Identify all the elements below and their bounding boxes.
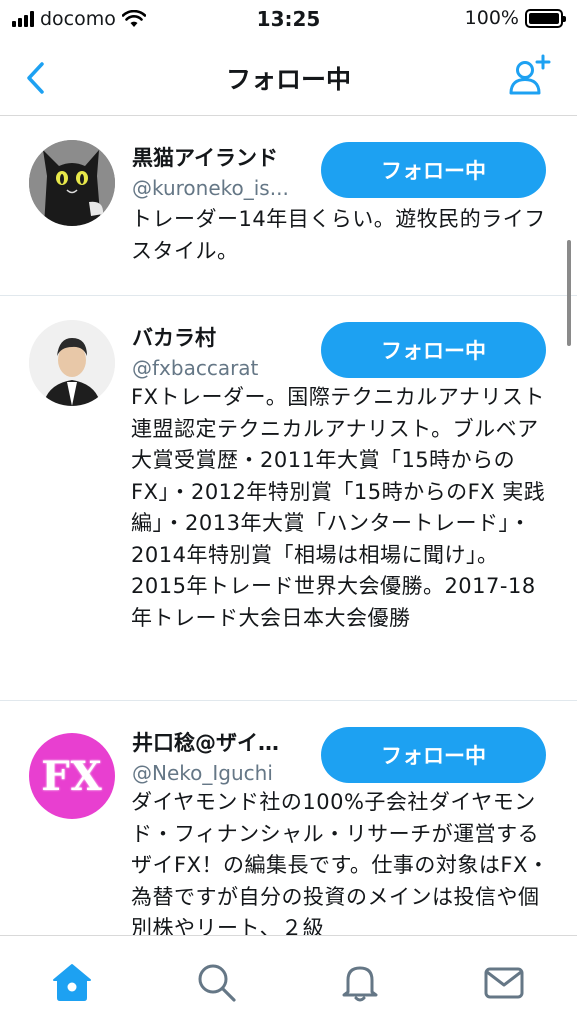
user-handle: @fxbaccarat — [132, 356, 259, 380]
avatar[interactable] — [29, 320, 115, 406]
person-avatar — [29, 320, 115, 406]
list-item[interactable]: バカラ村 @fxbaccarat フォロー中 FXトレーダー。国際テクニカルアナ… — [0, 296, 577, 701]
user-handle: @kuroneko_is... — [132, 176, 289, 200]
following-button[interactable]: フォロー中 — [321, 727, 546, 783]
nav-bar: フォロー中 — [0, 40, 577, 116]
fx-avatar-text: FX — [41, 752, 103, 800]
avatar[interactable]: FX — [29, 733, 115, 819]
list-item[interactable]: FX 井口稔@ザイ… @Neko_Iguchi フォロー中 ダイヤモンド社の10… — [0, 701, 577, 935]
status-right: 100% — [464, 7, 566, 29]
user-bio: トレーダー14年目くらい。遊牧民的ライフスタイル。 — [131, 207, 546, 263]
user-bio: ダイヤモンド社の100%子会社ダイヤモンド・フィナンシャル・リサーチが運営するザ… — [131, 790, 550, 935]
status-bar: docomo 13:25 100% — [0, 0, 577, 40]
search-icon[interactable] — [194, 960, 238, 1004]
user-bio: FXトレーダー。国際テクニカルアナリスト連盟認定テクニカルアナリスト。ブルベア大… — [131, 385, 546, 630]
user-name: 黒猫アイランド — [132, 146, 278, 170]
user-name: 井口稔@ザイ… — [132, 731, 279, 755]
add-user-icon[interactable] — [505, 52, 553, 100]
battery-icon — [525, 8, 566, 28]
battery-percent: 100% — [464, 7, 519, 29]
mail-icon[interactable] — [482, 960, 526, 1004]
page-title: フォロー中 — [225, 65, 351, 94]
tab-bar — [0, 935, 577, 1024]
following-button[interactable]: フォロー中 — [321, 322, 546, 378]
black-cat-avatar — [29, 140, 115, 226]
user-name: バカラ村 — [132, 326, 216, 350]
user-handle: @Neko_Iguchi — [132, 761, 273, 785]
scroll-indicator[interactable] — [567, 240, 571, 346]
avatar[interactable] — [29, 140, 115, 226]
bell-icon[interactable] — [338, 960, 382, 1004]
home-icon[interactable] — [50, 960, 94, 1004]
following-button[interactable]: フォロー中 — [321, 142, 546, 198]
following-list[interactable]: 黒猫アイランド @kuroneko_is... フォロー中 トレーダー14年目く… — [0, 117, 577, 935]
list-item[interactable]: 黒猫アイランド @kuroneko_is... フォロー中 トレーダー14年目く… — [0, 117, 577, 296]
